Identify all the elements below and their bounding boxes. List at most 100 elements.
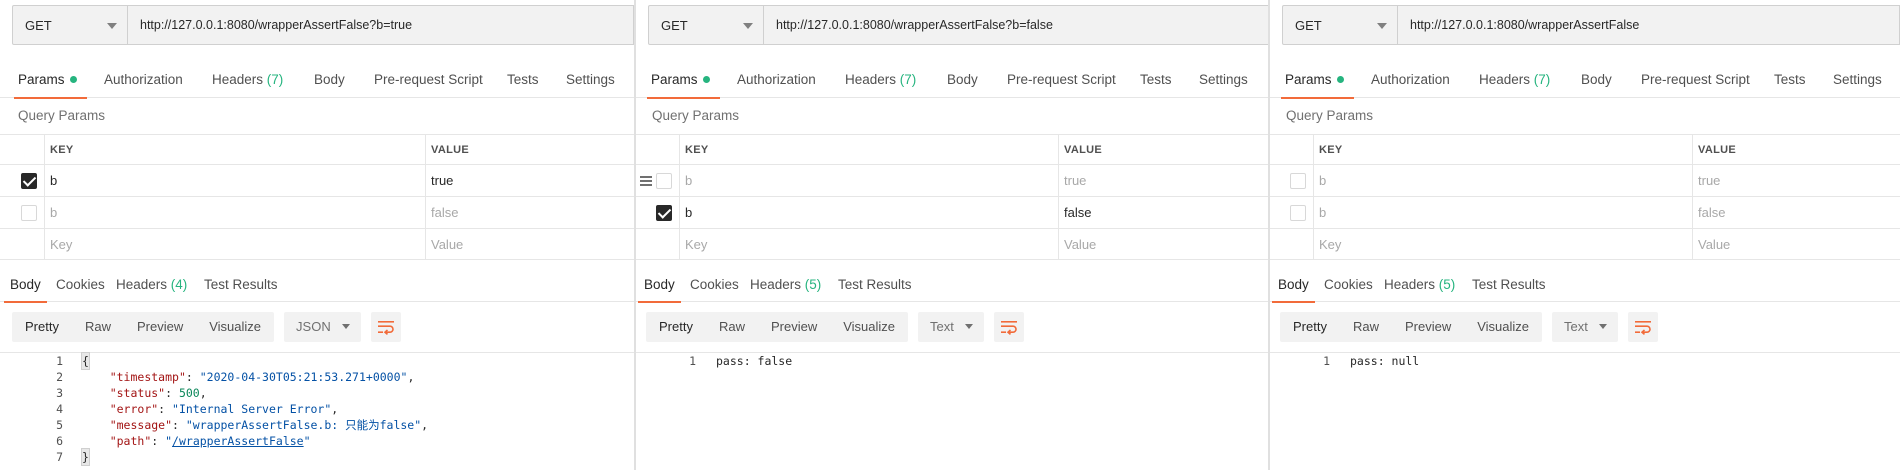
tab-body[interactable]: Body xyxy=(947,62,978,98)
visualize-button[interactable]: Visualize xyxy=(1464,312,1542,342)
tab-test-results[interactable]: Test Results xyxy=(1472,268,1546,302)
code-text: pass: null xyxy=(1350,354,1420,368)
tab-response-body[interactable]: Body xyxy=(638,268,681,303)
key-input[interactable]: Key xyxy=(685,229,707,259)
wrap-lines-button[interactable] xyxy=(1627,312,1658,342)
tab-cookies[interactable]: Cookies xyxy=(56,268,105,302)
wrap-lines-button[interactable] xyxy=(993,312,1024,342)
pretty-button[interactable]: Pretty xyxy=(12,312,72,342)
tab-response-headers[interactable]: Headers (5) xyxy=(750,268,821,302)
language-select[interactable]: JSON xyxy=(284,312,361,342)
line-number: 1 xyxy=(56,354,63,368)
tab-authorization[interactable]: Authorization xyxy=(737,62,816,98)
tab-body[interactable]: Body xyxy=(1581,62,1612,98)
tab-test-results[interactable]: Test Results xyxy=(204,268,278,302)
param-value[interactable]: false xyxy=(431,197,458,228)
tab-response-headers[interactable]: Headers (4) xyxy=(116,268,187,302)
pretty-button[interactable]: Pretty xyxy=(646,312,706,342)
tab-cookies[interactable]: Cookies xyxy=(690,268,739,302)
column-divider xyxy=(425,197,426,228)
url-input[interactable]: http://127.0.0.1:8080/wrapperAssertFalse… xyxy=(764,5,1270,45)
method-select[interactable]: GET xyxy=(12,5,128,45)
method-select[interactable]: GET xyxy=(1282,5,1398,45)
param-value[interactable]: true xyxy=(1698,165,1720,196)
tab-label: Headers xyxy=(116,277,168,292)
tab-test-results[interactable]: Test Results xyxy=(838,268,912,302)
url-input[interactable]: http://127.0.0.1:8080/wrapperAssertFalse… xyxy=(128,5,634,45)
column-divider xyxy=(44,135,45,164)
param-checkbox[interactable] xyxy=(21,205,37,221)
language-select[interactable]: Text xyxy=(918,312,984,342)
value-input[interactable]: Value xyxy=(1698,229,1730,259)
param-key[interactable]: b xyxy=(685,165,692,196)
value-input[interactable]: Value xyxy=(431,229,463,259)
response-code[interactable]: 1 pass: null xyxy=(1270,352,1900,470)
tab-tests[interactable]: Tests xyxy=(1774,62,1806,98)
format-group: Pretty Raw Preview Visualize xyxy=(12,312,275,342)
tab-response-headers[interactable]: Headers (5) xyxy=(1384,268,1455,302)
tab-response-body[interactable]: Body xyxy=(1272,268,1315,303)
tab-params[interactable]: Params xyxy=(1281,62,1354,99)
param-checkbox[interactable] xyxy=(21,173,37,189)
param-key[interactable]: b xyxy=(685,197,692,228)
param-value[interactable]: false xyxy=(1064,197,1091,228)
tab-params[interactable]: Params xyxy=(647,62,720,99)
param-value[interactable]: false xyxy=(1698,197,1725,228)
drag-handle-icon[interactable] xyxy=(640,176,652,186)
method-select[interactable]: GET xyxy=(648,5,764,45)
tab-label: Headers xyxy=(845,72,897,87)
visualize-button[interactable]: Visualize xyxy=(196,312,274,342)
tab-pre-request-script[interactable]: Pre-request Script xyxy=(1641,62,1750,98)
tab-headers[interactable]: Headers (7) xyxy=(845,62,916,98)
tab-params[interactable]: Params xyxy=(14,62,87,99)
wrap-lines-button[interactable] xyxy=(370,312,401,342)
tab-settings[interactable]: Settings xyxy=(566,62,615,98)
visualize-button[interactable]: Visualize xyxy=(830,312,908,342)
tab-response-body[interactable]: Body xyxy=(4,268,47,303)
query-params-title: Query Params xyxy=(1286,108,1374,123)
preview-button[interactable]: Preview xyxy=(758,312,830,342)
tab-headers[interactable]: Headers (7) xyxy=(1479,62,1550,98)
raw-button[interactable]: Raw xyxy=(706,312,758,342)
value-input[interactable]: Value xyxy=(1064,229,1096,259)
key-input[interactable]: Key xyxy=(50,229,72,259)
param-checkbox[interactable] xyxy=(1290,205,1306,221)
response-code[interactable]: 1 pass: false xyxy=(636,352,1270,470)
pretty-button[interactable]: Pretty xyxy=(1280,312,1340,342)
column-divider xyxy=(1058,165,1059,196)
method-label: GET xyxy=(1295,17,1322,33)
raw-button[interactable]: Raw xyxy=(1340,312,1392,342)
param-checkbox[interactable] xyxy=(1290,173,1306,189)
tab-settings[interactable]: Settings xyxy=(1199,62,1248,98)
tab-tests[interactable]: Tests xyxy=(507,62,539,98)
preview-button[interactable]: Preview xyxy=(1392,312,1464,342)
query-params-title: Query Params xyxy=(18,108,106,123)
param-key[interactable]: b xyxy=(1319,197,1326,228)
tab-pre-request-script[interactable]: Pre-request Script xyxy=(1007,62,1116,98)
table-header-row: KEY VALUE xyxy=(1270,134,1900,164)
language-select[interactable]: Text xyxy=(1552,312,1618,342)
tab-pre-request-script[interactable]: Pre-request Script xyxy=(374,62,483,98)
param-checkbox[interactable] xyxy=(656,173,672,189)
tab-tests[interactable]: Tests xyxy=(1140,62,1172,98)
tab-authorization[interactable]: Authorization xyxy=(104,62,183,98)
preview-button[interactable]: Preview xyxy=(124,312,196,342)
line-number: 7 xyxy=(56,450,63,464)
params-table: KEY VALUE b true b false Key Value xyxy=(0,134,634,260)
param-key[interactable]: b xyxy=(1319,165,1326,196)
param-key[interactable]: b xyxy=(50,197,57,228)
tab-cookies[interactable]: Cookies xyxy=(1324,268,1373,302)
param-key[interactable]: b xyxy=(50,165,57,196)
code-text: "message": "wrapperAssertFalse.b: 只能为fal… xyxy=(109,418,429,432)
param-value[interactable]: true xyxy=(431,165,453,196)
tab-authorization[interactable]: Authorization xyxy=(1371,62,1450,98)
param-value[interactable]: true xyxy=(1064,165,1086,196)
key-input[interactable]: Key xyxy=(1319,229,1341,259)
tab-headers[interactable]: Headers (7) xyxy=(212,62,283,98)
tab-settings[interactable]: Settings xyxy=(1833,62,1882,98)
param-checkbox[interactable] xyxy=(656,205,672,221)
raw-button[interactable]: Raw xyxy=(72,312,124,342)
url-input[interactable]: http://127.0.0.1:8080/wrapperAssertFalse xyxy=(1398,5,1900,45)
response-code[interactable]: 1{ 2 "timestamp": "2020-04-30T05:21:53.2… xyxy=(0,352,634,470)
tab-body[interactable]: Body xyxy=(314,62,345,98)
